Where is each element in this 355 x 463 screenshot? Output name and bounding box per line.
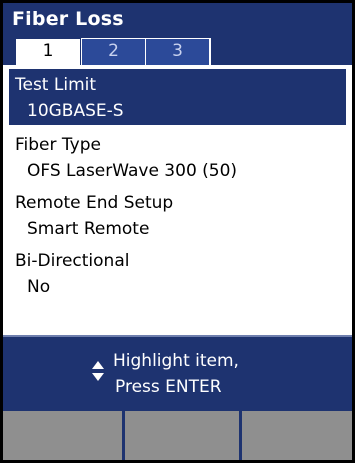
up-down-arrows-icon <box>92 361 104 381</box>
help-bar: Highlight item, Press ENTER <box>3 335 352 409</box>
setting-value: No <box>27 277 51 297</box>
screen-title: Fiber Loss <box>12 8 124 30</box>
setting-label: Test Limit <box>15 75 97 95</box>
softkey-1[interactable] <box>3 411 122 460</box>
tester-screen: Fiber Loss 1 2 3 Test Limit 10GBASE-S Fi… <box>0 0 355 463</box>
screen-header: Fiber Loss 1 2 3 <box>3 3 352 65</box>
setting-value: 10GBASE-S <box>27 101 124 121</box>
setting-label: Remote End Setup <box>15 193 174 213</box>
tab-3[interactable]: 3 <box>145 38 211 65</box>
setting-test-limit[interactable]: Test Limit 10GBASE-S <box>9 69 346 125</box>
softkey-2[interactable] <box>125 411 239 460</box>
softkey-3[interactable] <box>242 411 352 460</box>
softkey-bar <box>3 409 352 460</box>
setting-remote-end-setup[interactable]: Remote End Setup Smart Remote <box>9 187 346 243</box>
setting-label: Fiber Type <box>15 135 101 155</box>
tab-2[interactable]: 2 <box>81 38 145 65</box>
help-text-line-1: Highlight item, <box>113 351 239 371</box>
tab-1[interactable]: 1 <box>15 38 81 65</box>
help-text-line-2: Press ENTER <box>115 377 222 397</box>
setting-bi-directional[interactable]: Bi-Directional No <box>9 245 346 301</box>
setting-fiber-type[interactable]: Fiber Type OFS LaserWave 300 (50) <box>9 129 346 185</box>
setting-value: OFS LaserWave 300 (50) <box>27 161 238 181</box>
settings-list: Test Limit 10GBASE-S Fiber Type OFS Lase… <box>3 65 352 335</box>
setting-label: Bi-Directional <box>15 251 130 271</box>
setting-value: Smart Remote <box>27 219 150 239</box>
